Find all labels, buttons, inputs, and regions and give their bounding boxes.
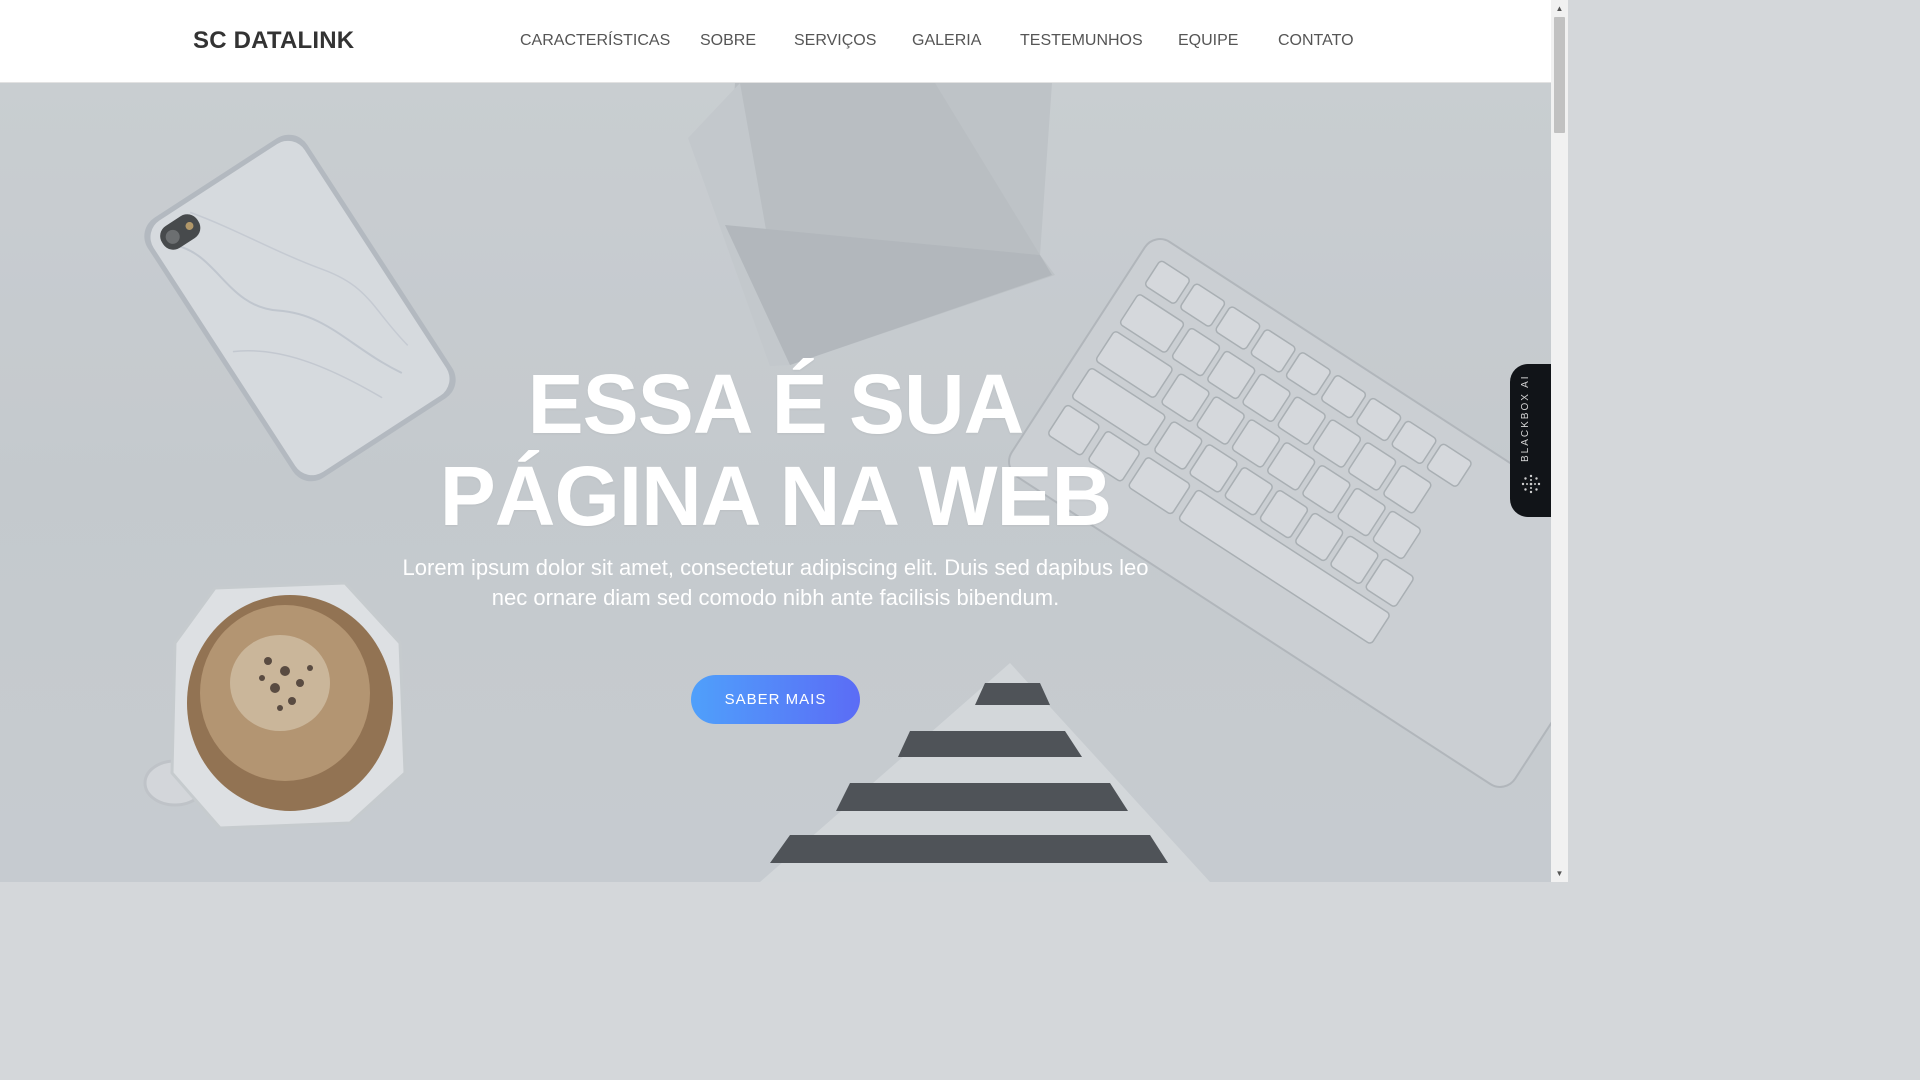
nav-menu: CARACTERÍSTICAS SOBRE SERVIÇOS GALERIA T… xyxy=(0,32,1551,56)
hero-section: ESSA É SUA PÁGINA NA WEB Lorem ipsum dol… xyxy=(0,83,1551,882)
hero-title-line-2: PÁGINA NA WEB xyxy=(439,449,1112,543)
nav-link-testemunhos[interactable]: TESTEMUNHOS xyxy=(1020,32,1143,50)
nav-link-contato[interactable]: CONTATO xyxy=(1278,32,1354,50)
top-navbar: SC DATALINK CARACTERÍSTICAS SOBRE SERVIÇ… xyxy=(0,0,1551,83)
blackbox-ai-label: BLACKBOX AI xyxy=(1520,374,1531,462)
hero-title: ESSA É SUA PÁGINA NA WEB xyxy=(0,358,1551,542)
scroll-thumb[interactable] xyxy=(1554,17,1565,133)
nav-link-equipe[interactable]: EQUIPE xyxy=(1178,32,1238,50)
blackbox-ai-widget[interactable]: BLACKBOX AI xyxy=(1510,364,1551,517)
hero-title-line-1: ESSA É SUA xyxy=(527,357,1025,451)
arrow-down-icon[interactable]: ▼ xyxy=(1551,865,1568,882)
nav-link-servicos[interactable]: SERVIÇOS xyxy=(794,32,876,50)
page-scrollbar[interactable]: ▲ ▼ xyxy=(1551,0,1568,882)
nav-link-sobre[interactable]: SOBRE xyxy=(700,32,756,50)
hero-subtitle: Lorem ipsum dolor sit amet, consectetur … xyxy=(402,555,1149,610)
dots-sparkle-icon xyxy=(1521,474,1541,494)
saber-mais-button[interactable]: SABER MAIS xyxy=(691,675,860,724)
arrow-up-icon[interactable]: ▲ xyxy=(1551,0,1568,17)
nav-link-galeria[interactable]: GALERIA xyxy=(912,32,981,50)
nav-link-caracteristicas[interactable]: CARACTERÍSTICAS xyxy=(520,32,670,50)
